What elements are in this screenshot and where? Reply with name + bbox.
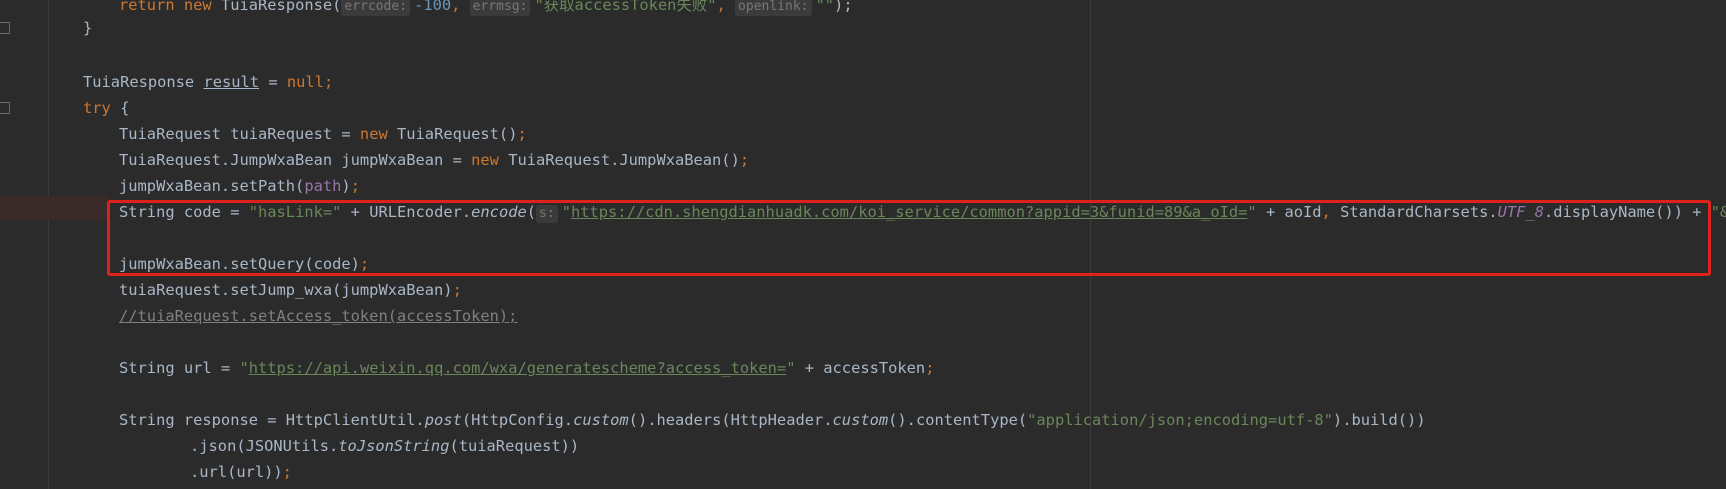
code-token: new — [183, 0, 221, 14]
code-token: TuiaResponse — [83, 73, 204, 91]
code-line[interactable]: String response = HttpClientUtil.post(Ht… — [119, 407, 1426, 433]
code-token: toJsonString — [338, 437, 450, 455]
code-line[interactable]: .json(JSONUtils.toJsonString(tuiaRequest… — [190, 433, 579, 459]
code-token: TuiaResponse( — [220, 0, 342, 14]
code-token: String response = HttpClientUtil. — [119, 411, 425, 429]
code-token: ; — [282, 463, 292, 481]
code-line[interactable]: } — [83, 15, 92, 41]
highlight-annotation-box — [107, 200, 1711, 276]
code-token: TuiaRequest.JumpWxaBean() — [498, 151, 740, 169]
code-token: ).build()) — [1332, 411, 1426, 429]
code-token: " — [239, 359, 249, 377]
gutter-separator — [48, 0, 49, 489]
code-token: post — [424, 411, 462, 429]
fold-marker-icon[interactable] — [0, 102, 10, 114]
code-line[interactable]: return new TuiaResponse(errcode: -100, er… — [119, 0, 853, 18]
code-token: tuiaRequest.setJump_wxa(jumpWxaBean) — [119, 281, 453, 299]
code-token: "&" — [1710, 203, 1726, 221]
fold-marker-icon[interactable] — [0, 22, 10, 34]
code-token: ; — [452, 281, 462, 299]
code-token: { — [110, 99, 130, 117]
parameter-hint: errcode: — [341, 0, 411, 16]
code-token: null — [286, 73, 324, 91]
parameter-hint: errmsg: — [469, 0, 531, 16]
code-token: (HttpConfig. — [461, 411, 574, 429]
code-line[interactable]: try { — [83, 95, 129, 121]
code-token: ; — [739, 151, 750, 169]
code-token: ; — [925, 359, 935, 377]
code-token: ); — [834, 0, 853, 14]
code-token: (tuiaRequest)) — [449, 437, 580, 455]
code-line[interactable]: jumpWxaBean.setPath(path); — [119, 173, 360, 199]
code-token: "application/json;encoding=utf-8" — [1027, 411, 1333, 429]
code-token[interactable]: https://api.weixin.qq.com/wxa/generatesc… — [249, 359, 786, 377]
code-token: TuiaRequest() — [387, 125, 518, 143]
editor-gutter[interactable] — [0, 0, 48, 489]
code-line[interactable]: String url = "https://api.weixin.qq.com/… — [119, 355, 934, 381]
code-token: ; — [517, 125, 527, 143]
code-line[interactable]: tuiaRequest.setJump_wxa(jumpWxaBean); — [119, 277, 462, 303]
code-line[interactable]: TuiaResponse result = null; — [83, 69, 333, 95]
code-token: -100 — [414, 0, 452, 14]
code-token: "获取accessToken失败" — [534, 0, 717, 14]
code-line[interactable]: TuiaRequest tuiaRequest = new TuiaReques… — [119, 121, 527, 147]
code-token: path — [304, 177, 342, 195]
code-token: result — [203, 73, 260, 91]
code-token: //tuiaRequest.setAccess_token(accessToke… — [119, 307, 518, 325]
code-token: try — [83, 99, 111, 117]
breakpoint-line-highlight — [0, 196, 110, 220]
code-token: ) — [341, 177, 351, 195]
code-token: String url = — [119, 359, 240, 377]
code-token: return — [119, 0, 184, 14]
code-token: , — [451, 0, 470, 14]
code-token: TuiaRequest tuiaRequest = — [119, 125, 360, 143]
code-token: ; — [350, 177, 360, 195]
parameter-hint: openlink: — [735, 0, 812, 16]
code-token: ; — [323, 73, 334, 91]
code-token: } — [83, 19, 93, 37]
code-token: jumpWxaBean.setPath( — [119, 177, 305, 195]
code-token: custom — [832, 411, 889, 429]
code-token: .json(JSONUtils. — [190, 437, 339, 455]
code-token: "" — [815, 0, 835, 14]
code-token: .url(url)) — [190, 463, 283, 481]
code-token: ().headers(HttpHeader. — [628, 411, 833, 429]
code-token: new — [471, 151, 499, 169]
code-token: custom — [573, 411, 629, 429]
code-token: TuiaRequest.JumpWxaBean jumpWxaBean = — [119, 151, 472, 169]
code-token: + accessToken — [795, 359, 926, 377]
code-token: ().contentType( — [888, 411, 1028, 429]
code-line[interactable]: .url(url)); — [190, 459, 292, 485]
code-token: new — [359, 125, 388, 143]
code-token: = — [259, 73, 287, 91]
code-line[interactable]: //tuiaRequest.setAccess_token(accessToke… — [119, 303, 517, 329]
code-line[interactable]: TuiaRequest.JumpWxaBean jumpWxaBean = ne… — [119, 147, 749, 173]
code-token: , — [716, 0, 736, 14]
